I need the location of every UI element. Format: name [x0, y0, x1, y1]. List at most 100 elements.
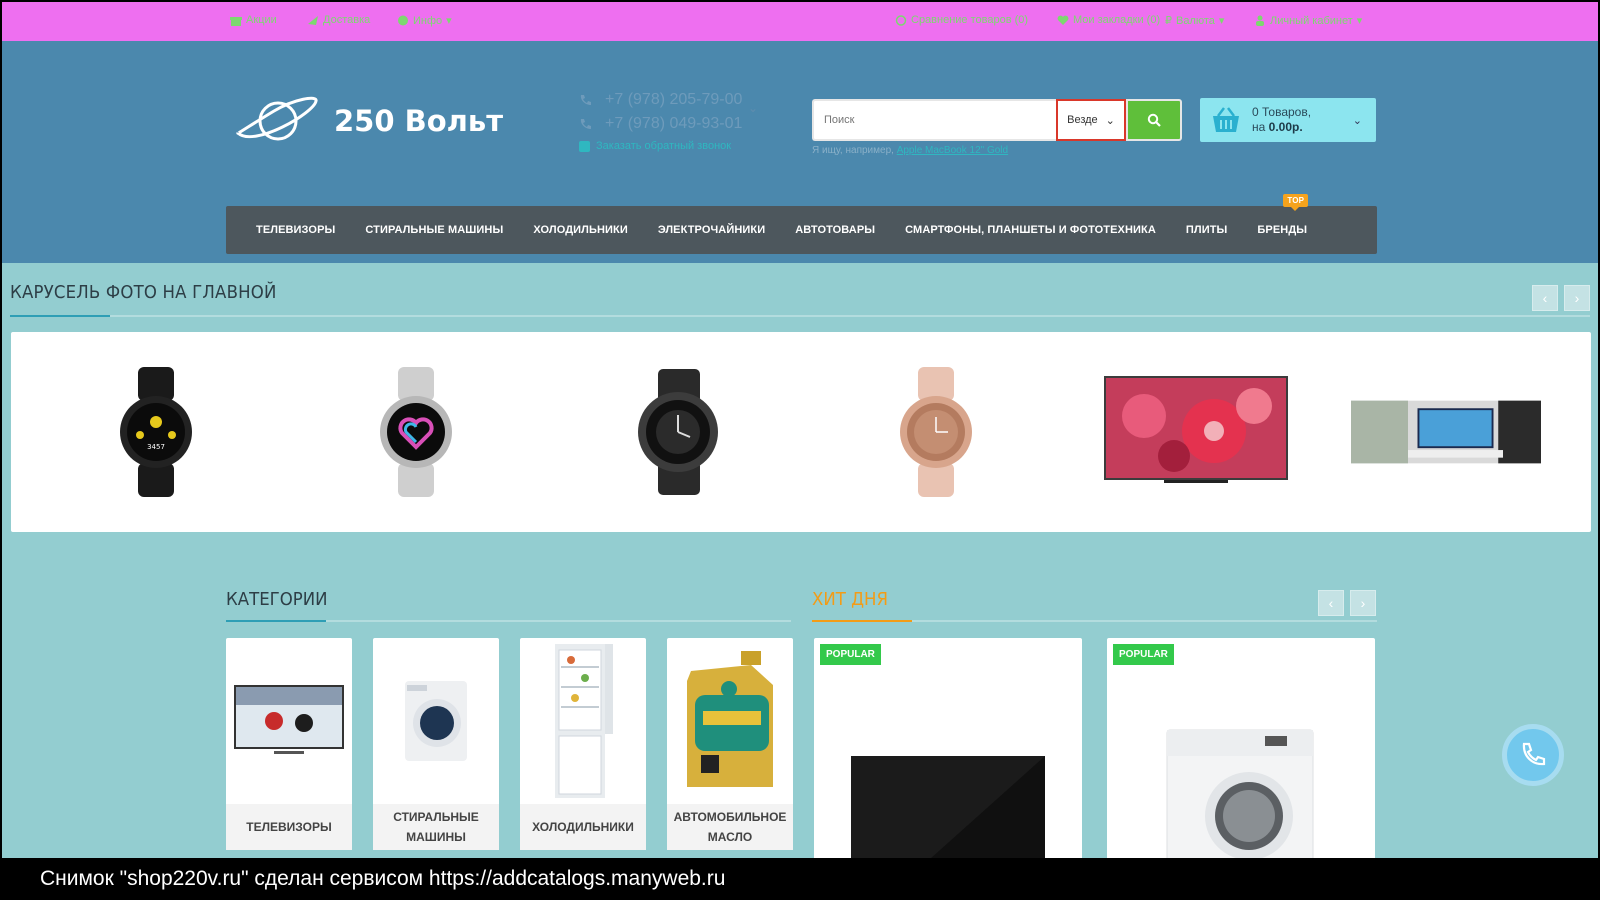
cart-summary: 0 Товаров, на 0.00р.	[1252, 105, 1312, 134]
topbar-link-compare[interactable]: Сравнение товаров (0)	[895, 14, 1028, 26]
phone-line-2[interactable]: +7 (978) 049-93-01	[579, 112, 742, 136]
main-nav: ТЕЛЕВИЗОРЫ СТИРАЛЬНЫЕ МАШИНЫ ХОЛОДИЛЬНИК…	[226, 194, 1377, 254]
category-card-motor-oil[interactable]: АВТОМОБИЛЬНОЕ МАСЛО	[667, 638, 793, 850]
tv-flowers-image	[1104, 376, 1288, 483]
smartwatch-rosegold-image	[900, 367, 972, 497]
nav-item-kettles[interactable]: ЭЛЕКТРОЧАЙНИКИ	[658, 224, 765, 236]
smartwatch-silver-image	[380, 367, 452, 497]
top-badge: TOP	[1283, 194, 1309, 211]
currency-icon: ₽	[1165, 15, 1172, 27]
tv-room-image	[1351, 400, 1541, 464]
carousel-slide[interactable]	[1351, 362, 1541, 502]
site-logo[interactable]: 250 Вольт	[234, 93, 503, 149]
divider	[10, 315, 1590, 317]
nav-item-washers[interactable]: СТИРАЛЬНЫЕ МАШИНЫ	[365, 224, 503, 236]
search-input[interactable]	[812, 99, 1056, 141]
carousel: 3457	[11, 332, 1591, 532]
category-image	[226, 638, 352, 804]
carousel-slide[interactable]	[321, 362, 511, 502]
phone-icon	[580, 119, 591, 129]
topbar-link-wishlist[interactable]: Мои закладки (0)	[1057, 14, 1160, 26]
category-card-fridges[interactable]: ХОЛОДИЛЬНИКИ	[520, 638, 646, 850]
basket-icon	[1213, 107, 1239, 132]
topbar-link-promo[interactable]: Акции	[230, 14, 277, 26]
heart-icon	[1057, 15, 1069, 25]
callback-fab-button[interactable]	[1502, 724, 1564, 786]
search-icon	[1147, 113, 1161, 127]
chevron-down-icon: ▾	[1218, 15, 1225, 27]
popular-badge: POPULAR	[1113, 644, 1174, 665]
nav-item-brands[interactable]: БРЕНДЫ TOP	[1257, 194, 1309, 236]
nav-item-auto[interactable]: АВТОТОВАРЫ	[795, 224, 875, 236]
hit-product-card[interactable]: POPULAR	[1107, 638, 1375, 858]
chevron-down-icon: ⌄	[1352, 115, 1362, 127]
info-icon	[398, 15, 408, 26]
svg-text:3457: 3457	[147, 443, 165, 451]
topbar-link-info[interactable]: Инфо ▾	[397, 14, 452, 27]
carousel-slide[interactable]	[581, 362, 771, 502]
carousel-slide[interactable]	[1101, 362, 1291, 502]
chevron-left-icon: ‹	[1328, 595, 1334, 611]
callback-link[interactable]: Заказать обратный звонок	[579, 140, 742, 152]
truck-icon	[308, 15, 318, 25]
category-image	[373, 638, 499, 804]
motor-oil-can-image	[687, 651, 773, 787]
divider-accent	[812, 620, 912, 622]
category-image	[520, 638, 646, 804]
nav-item-stoves[interactable]: ПЛИТЫ	[1186, 224, 1228, 236]
topbar-link-account[interactable]: Личный кабинет ▾	[1254, 14, 1362, 27]
topbar-link-currency[interactable]: ₽ Валюта ▾	[1165, 14, 1225, 28]
tv-hockey-image	[234, 685, 344, 754]
category-label: ХОЛОДИЛЬНИКИ	[520, 804, 646, 850]
top-bar: Акции Доставка Инфо ▾ Сравнение товаров (…	[2, 2, 1598, 41]
chevron-right-icon: ›	[1574, 290, 1580, 306]
chevron-down-icon[interactable]: ⌄	[748, 101, 758, 115]
search-hint: Я ищу, например, Apple MacBook 12" Gold	[812, 145, 1009, 156]
site-header: 250 Вольт +7 (978) 205-79-00 +7 (978) 04…	[2, 41, 1598, 263]
chevron-right-icon: ›	[1360, 595, 1366, 611]
category-card-washers[interactable]: СТИРАЛЬНЫЕ МАШИНЫ	[373, 638, 499, 850]
planet-logo-icon	[236, 96, 318, 141]
phone-icon	[580, 95, 591, 105]
search-scope-select[interactable]: Везде ⌄	[1056, 99, 1126, 141]
galaxy-watch-image	[638, 369, 718, 495]
popular-badge: POPULAR	[820, 644, 881, 665]
smartwatch-black-image: 3457	[120, 367, 192, 497]
divider-accent	[10, 315, 110, 317]
chevron-down-icon: ▾	[1356, 15, 1363, 27]
category-image	[667, 638, 793, 804]
phone-line-1[interactable]: +7 (978) 205-79-00	[579, 88, 742, 112]
category-label: СТИРАЛЬНЫЕ МАШИНЫ	[373, 804, 499, 850]
chevron-down-icon: ▾	[446, 15, 452, 27]
page-frame: Акции Доставка Инфо ▾ Сравнение товаров (…	[2, 2, 1598, 858]
carousel-next-button[interactable]: ›	[1564, 285, 1590, 311]
screenshot-caption: Снимок "shop220v.ru" сделан сервисом htt…	[0, 858, 1600, 900]
search-bar: Везде ⌄	[812, 99, 1182, 141]
user-icon	[1256, 15, 1264, 26]
callback-icon	[579, 140, 590, 152]
carousel-slide[interactable]: 3457	[61, 362, 251, 502]
nav-item-smartphones[interactable]: СМАРТФОНЫ, ПЛАНШЕТЫ И ФОТОТЕХНИКА	[905, 224, 1156, 236]
chevron-down-icon: ⌄	[1105, 114, 1115, 127]
search-hint-link[interactable]: Apple MacBook 12" Gold	[897, 145, 1008, 156]
washing-machine-image	[405, 681, 467, 761]
topbar-link-delivery[interactable]: Доставка	[307, 14, 370, 26]
nav-item-tv[interactable]: ТЕЛЕВИЗОРЫ	[256, 224, 335, 236]
gift-icon	[230, 16, 242, 26]
hit-prev-button[interactable]: ‹	[1318, 590, 1344, 616]
category-card-tv[interactable]: ТЕЛЕВИЗОРЫ	[226, 638, 352, 850]
carousel-slide[interactable]	[841, 362, 1031, 502]
compare-icon	[895, 14, 907, 26]
logo-text: 250 Вольт	[334, 104, 504, 138]
hit-next-button[interactable]: ›	[1350, 590, 1376, 616]
divider-accent	[226, 620, 326, 622]
nav-item-fridges[interactable]: ХОЛОДИЛЬНИКИ	[533, 224, 628, 236]
search-button[interactable]	[1126, 99, 1182, 141]
carousel-prev-button[interactable]: ‹	[1532, 285, 1558, 311]
phone-icon	[1522, 742, 1546, 766]
hit-of-day-title: ХИТ ДНЯ	[812, 589, 889, 610]
phone-block: +7 (978) 205-79-00 +7 (978) 049-93-01 За…	[579, 88, 742, 152]
cart-button[interactable]: 0 Товаров, на 0.00р. ⌄	[1200, 98, 1376, 142]
refrigerator-image	[555, 644, 613, 798]
hit-product-card[interactable]: POPULAR	[814, 638, 1082, 858]
